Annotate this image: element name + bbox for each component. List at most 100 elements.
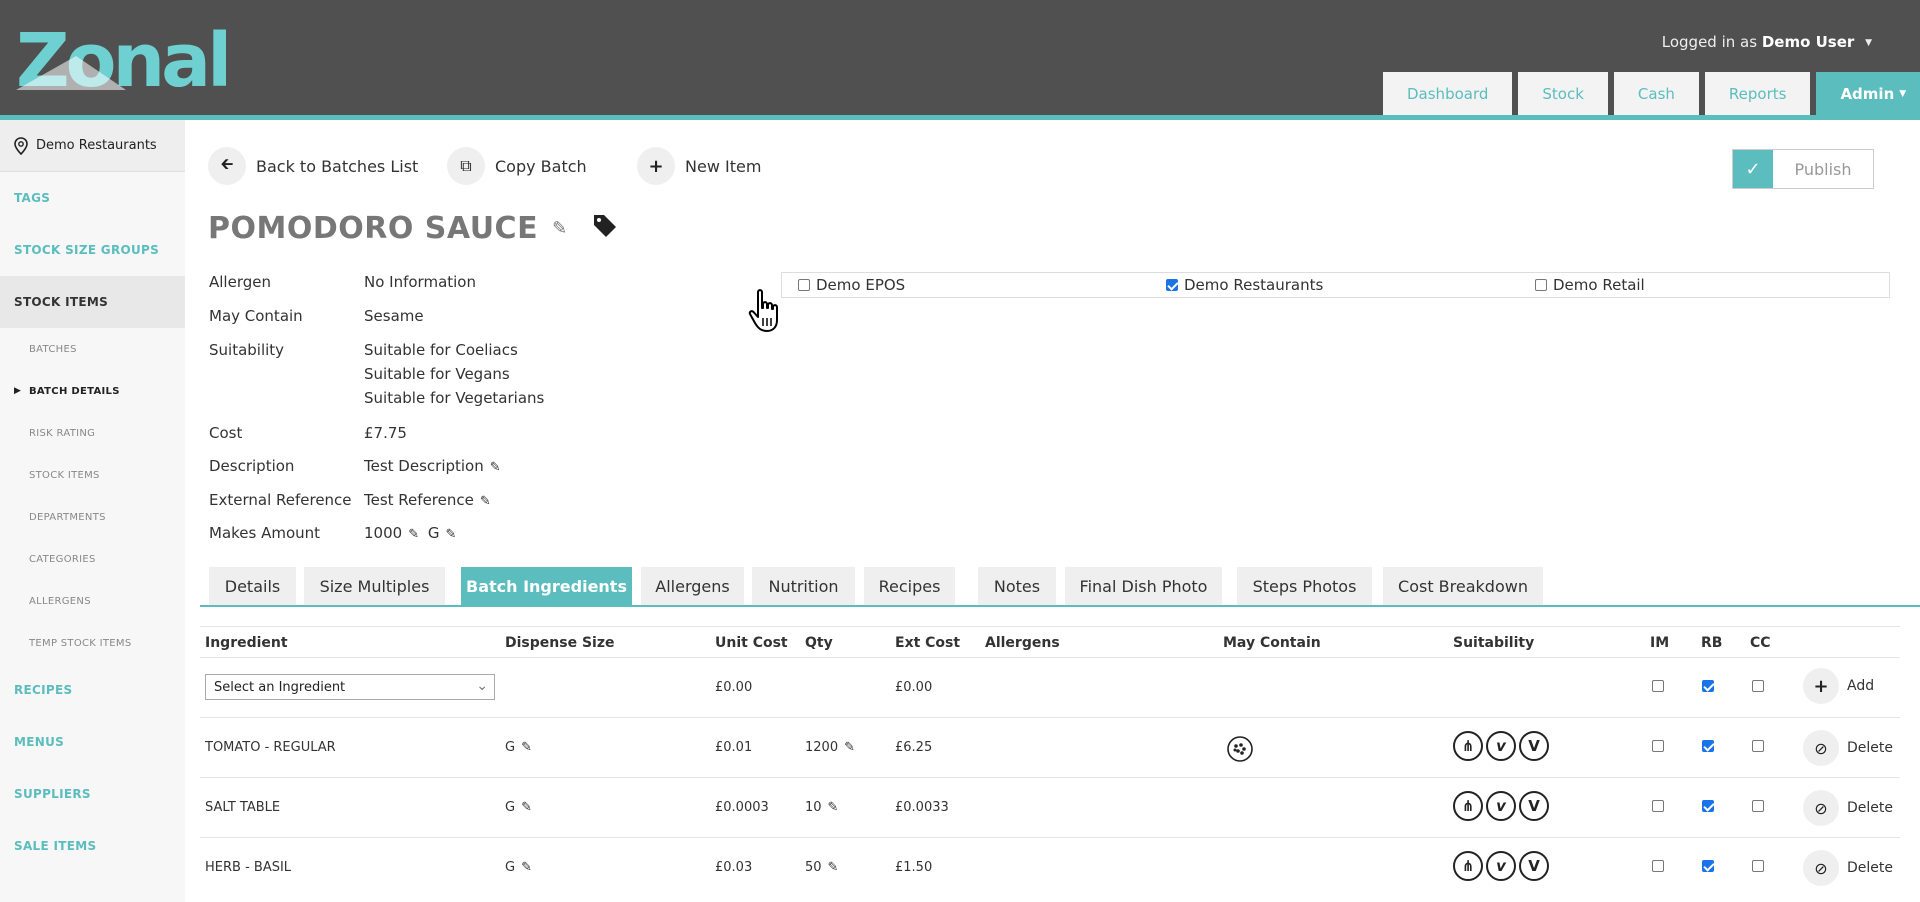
sidebar-sub-stock-items[interactable]: STOCK ITEMS — [0, 454, 185, 496]
hand-cursor-icon — [748, 288, 788, 338]
rb-checkbox[interactable] — [1702, 740, 1714, 752]
site-demo-restaurants-label: Demo Restaurants — [1184, 276, 1324, 294]
ext-cost: £1.50 — [895, 860, 933, 875]
sidebar-item-stock-items[interactable]: STOCK ITEMS — [0, 276, 185, 328]
delete-label: Delete — [1847, 860, 1893, 876]
sidebar-sub-categories[interactable]: CATEGORIES — [0, 538, 185, 580]
im-checkbox[interactable] — [1652, 680, 1664, 692]
suitability-value-2: Suitable for Vegans — [364, 365, 510, 383]
rb-checkbox[interactable] — [1702, 680, 1714, 692]
pencil-icon[interactable]: ✎ — [828, 860, 839, 875]
sidebar-sub-departments[interactable]: DEPARTMENTS — [0, 496, 185, 538]
ingredient-select[interactable]: Select an Ingredient ⌄ — [205, 674, 495, 700]
sidebar-item-sale-items[interactable]: SALE ITEMS — [0, 820, 185, 872]
sidebar-item-menus[interactable]: MENUS — [0, 716, 185, 768]
tab-size-multiples[interactable]: Size Multiples — [304, 567, 445, 605]
col-ext-cost: Ext Cost — [895, 635, 961, 651]
nav-admin-label: Admin — [1840, 84, 1895, 103]
ban-icon: ⊘ — [1803, 730, 1839, 766]
pencil-icon[interactable]: ✎ — [552, 218, 568, 239]
sidebar-item-tags[interactable]: TAGS — [0, 172, 185, 224]
checkbox-checked[interactable] — [1166, 279, 1178, 291]
zonal-logo[interactable]: Zonal — [16, 18, 232, 104]
pencil-icon[interactable]: ✎ — [521, 860, 532, 875]
delete-button[interactable]: ⊘ Delete — [1803, 850, 1893, 886]
plus-icon: + — [1803, 668, 1839, 704]
pencil-icon[interactable]: ✎ — [521, 800, 532, 815]
site-demo-retail[interactable]: Demo Retail — [1535, 276, 1645, 294]
tab-steps-photos[interactable]: Steps Photos — [1237, 567, 1372, 605]
ban-icon: ⊘ — [1803, 790, 1839, 826]
unit-cost: £0.01 — [715, 740, 753, 755]
pencil-icon[interactable]: ✎ — [408, 527, 419, 542]
location-selector[interactable]: Demo Restaurants — [0, 120, 185, 172]
nav-reports[interactable]: Reports — [1704, 72, 1811, 115]
tab-allergens[interactable]: Allergens — [641, 567, 744, 605]
publish-button[interactable]: ✓ Publish — [1732, 149, 1874, 189]
cc-checkbox[interactable] — [1752, 800, 1764, 812]
nav-admin[interactable]: Admin ▼ — [1816, 72, 1920, 115]
im-checkbox[interactable] — [1652, 800, 1664, 812]
site-demo-restaurants[interactable]: Demo Restaurants — [1166, 276, 1323, 294]
sidebar-item-recipes[interactable]: RECIPES — [0, 664, 185, 716]
checkbox[interactable] — [1535, 279, 1547, 291]
tab-final-dish-photo[interactable]: Final Dish Photo — [1065, 567, 1222, 605]
cc-checkbox[interactable] — [1752, 860, 1764, 872]
table-row: TOMATO - REGULAR G ✎ £0.01 1200 ✎ £6.25 ⋔ … — [200, 717, 1900, 777]
allergen-label: Allergen — [209, 273, 271, 291]
suitability-label: Suitability — [209, 341, 285, 359]
pencil-icon[interactable]: ✎ — [490, 460, 501, 475]
col-cc: CC — [1750, 635, 1771, 651]
rb-checkbox[interactable] — [1702, 860, 1714, 872]
im-checkbox[interactable] — [1652, 860, 1664, 872]
makes-amount-value-wrap: 1000 ✎ G ✎ — [364, 524, 456, 542]
checkbox[interactable] — [798, 279, 810, 291]
pencil-icon[interactable]: ✎ — [828, 800, 839, 815]
copy-batch-button[interactable]: ⧉ Copy Batch — [447, 147, 587, 185]
tag-icon[interactable] — [592, 211, 618, 246]
tab-notes[interactable]: Notes — [978, 567, 1056, 605]
sidebar-sub-temp-stock-items[interactable]: TEMP STOCK ITEMS — [0, 622, 185, 664]
cc-checkbox[interactable] — [1752, 680, 1764, 692]
site-selection: Demo EPOS Demo Restaurants Demo Retail — [781, 272, 1890, 298]
tab-batch-ingredients[interactable]: Batch Ingredients — [461, 567, 632, 605]
tab-recipes[interactable]: Recipes — [864, 567, 955, 605]
delete-button[interactable]: ⊘ Delete — [1803, 730, 1893, 766]
nav-cash[interactable]: Cash — [1613, 72, 1699, 115]
pencil-icon[interactable]: ✎ — [446, 527, 457, 542]
col-may-contain: May Contain — [1223, 635, 1321, 651]
ingredient-name: SALT TABLE — [205, 800, 281, 815]
external-reference-value: Test Reference — [364, 491, 474, 509]
sidebar-item-stock-size-groups[interactable]: STOCK SIZE GROUPS — [0, 224, 185, 276]
tab-details[interactable]: Details — [209, 567, 296, 605]
nav-dashboard[interactable]: Dashboard — [1383, 72, 1513, 115]
tab-cost-breakdown[interactable]: Cost Breakdown — [1383, 567, 1543, 605]
pencil-icon[interactable]: ✎ — [521, 740, 532, 755]
caret-right-icon: ▶ — [14, 386, 22, 396]
im-checkbox[interactable] — [1652, 740, 1664, 752]
vegetarian-icon: V — [1519, 851, 1549, 881]
delete-button[interactable]: ⊘ Delete — [1803, 790, 1893, 826]
nav-stock[interactable]: Stock — [1518, 72, 1608, 115]
vegetarian-icon: V — [1519, 731, 1549, 761]
user-menu[interactable]: Logged in as Demo User ▼ — [1662, 33, 1872, 51]
cc-checkbox[interactable] — [1752, 740, 1764, 752]
dispense-size: G ✎ — [505, 800, 532, 815]
external-reference-label: External Reference — [209, 491, 352, 509]
sidebar-sub-batches[interactable]: BATCHES — [0, 328, 185, 370]
new-item-button[interactable]: + New Item — [637, 147, 761, 185]
copy-label: Copy Batch — [495, 156, 587, 176]
sidebar-sub-allergens[interactable]: ALLERGENS — [0, 580, 185, 622]
add-ingredient-button[interactable]: + Add — [1803, 668, 1874, 704]
copy-icon: ⧉ — [447, 147, 485, 185]
rb-checkbox[interactable] — [1702, 800, 1714, 812]
external-reference-value-wrap: Test Reference ✎ — [364, 491, 491, 509]
tab-nutrition[interactable]: Nutrition — [752, 567, 855, 605]
pencil-icon[interactable]: ✎ — [844, 740, 855, 755]
site-demo-epos[interactable]: Demo EPOS — [798, 276, 905, 294]
back-to-batches-button[interactable]: 🡰 Back to Batches List — [208, 147, 418, 185]
sidebar-sub-batch-details[interactable]: ▶ BATCH DETAILS — [0, 370, 185, 412]
sidebar-sub-risk-rating[interactable]: RISK RATING — [0, 412, 185, 454]
sidebar-item-suppliers[interactable]: SUPPLIERS — [0, 768, 185, 820]
pencil-icon[interactable]: ✎ — [480, 494, 491, 509]
